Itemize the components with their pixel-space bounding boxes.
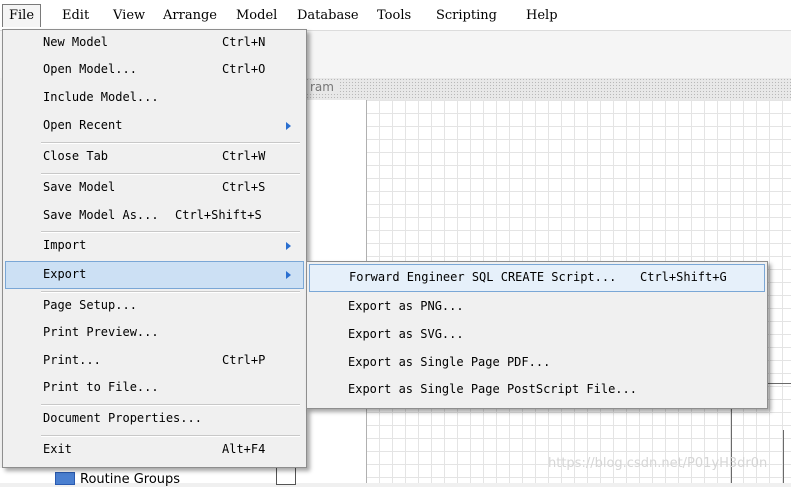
menu-item-print-to-file[interactable]: Print to File... [5, 375, 304, 401]
menu-item-label: Close Tab [43, 149, 109, 163]
menu-item-import[interactable]: Import [5, 233, 304, 259]
menu-item-label: Print to File... [43, 380, 159, 394]
menu-item-shortcut: Alt+F4 [222, 442, 266, 456]
menu-item-label: Forward Engineer SQL CREATE Script... [349, 270, 617, 284]
submenu-arrow-icon [286, 271, 291, 279]
menu-item-label: Document Properties... [43, 411, 202, 425]
submenu-arrow-icon [286, 242, 291, 250]
submenu-item-export-svg[interactable]: Export as SVG... [309, 322, 765, 348]
menu-help[interactable]: Help [526, 7, 558, 25]
menu-item-print-preview[interactable]: Print Preview... [5, 320, 304, 346]
menu-item-save-model-as[interactable]: Save Model As... Ctrl+Shift+S [5, 203, 304, 229]
menu-item-shortcut: Ctrl+Shift+S [175, 208, 262, 222]
menu-item-label: Print... [43, 353, 101, 367]
menu-model[interactable]: Model [236, 7, 277, 25]
menu-item-exit[interactable]: Exit Alt+F4 [5, 437, 304, 463]
menu-view[interactable]: View [113, 7, 145, 25]
menu-item-shortcut: Ctrl+S [222, 180, 266, 194]
menu-item-label: Export as PNG... [348, 299, 464, 313]
watermark-text: https://blog.csdn.net/P01yH3dr0n [548, 456, 768, 471]
menu-tools[interactable]: Tools [377, 7, 411, 25]
menu-item-label: Import [43, 238, 87, 252]
menu-item-label: Print Preview... [43, 325, 159, 339]
menu-item-label: Export as Single Page PostScript File... [348, 382, 637, 396]
menu-edit[interactable]: Edit [62, 7, 89, 25]
menu-item-include-model[interactable]: Include Model... [5, 85, 304, 111]
submenu-item-forward-engineer-sql[interactable]: Forward Engineer SQL CREATE Script... Ct… [309, 264, 765, 292]
submenu-item-export-pdf[interactable]: Export as Single Page PDF... [309, 350, 765, 376]
menubar: File Edit View Arrange Model Database To… [0, 0, 791, 31]
menu-item-shortcut: Ctrl+O [222, 62, 266, 76]
menu-item-label: Open Recent [43, 118, 123, 132]
menu-item-label: Page Setup... [43, 298, 137, 312]
menu-item-label: Include Model... [43, 90, 159, 104]
menu-item-shortcut: Ctrl+W [222, 149, 266, 163]
menu-item-page-setup[interactable]: Page Setup... [5, 293, 304, 319]
menu-arrange[interactable]: Arrange [163, 7, 217, 25]
menu-item-open-model[interactable]: Open Model... Ctrl+O [5, 57, 304, 83]
submenu-arrow-icon [286, 122, 291, 130]
diagram-tab-header [306, 78, 791, 100]
menu-item-label: Exit [43, 442, 72, 456]
menu-item-save-model[interactable]: Save Model Ctrl+S [5, 175, 304, 201]
menu-item-shortcut: Ctrl+P [222, 353, 266, 367]
menu-item-label: Export as Single Page PDF... [348, 355, 551, 369]
file-menu: New Model Ctrl+N Open Model... Ctrl+O In… [2, 29, 307, 468]
export-submenu: Forward Engineer SQL CREATE Script... Ct… [306, 261, 768, 409]
menu-item-label: Open Model... [43, 62, 137, 76]
menu-item-export[interactable]: Export [5, 261, 304, 289]
menu-scripting[interactable]: Scripting [436, 7, 497, 25]
diagram-icon[interactable] [276, 466, 296, 485]
menu-file[interactable]: File [2, 4, 42, 27]
routine-groups-icon [55, 472, 75, 485]
menu-item-print[interactable]: Print... Ctrl+P [5, 348, 304, 374]
menu-item-label: New Model [43, 35, 109, 49]
menu-item-label: Export [43, 267, 87, 281]
menu-item-new-model[interactable]: New Model Ctrl+N [5, 30, 304, 56]
diagram-tab-title[interactable]: ram [306, 80, 338, 94]
menu-item-shortcut: Ctrl+Shift+G [640, 270, 727, 284]
diagram-frame-edge-right [783, 430, 784, 483]
submenu-item-export-postscript[interactable]: Export as Single Page PostScript File... [309, 377, 765, 403]
submenu-item-export-png[interactable]: Export as PNG... [309, 294, 765, 320]
menu-item-label: Export as SVG... [348, 327, 464, 341]
menu-item-close-tab[interactable]: Close Tab Ctrl+W [5, 144, 304, 170]
menu-item-label: Save Model As... [43, 208, 159, 222]
sidebar-item-routine-groups[interactable]: Routine Groups [80, 472, 180, 487]
menu-item-document-properties[interactable]: Document Properties... [5, 406, 304, 432]
menu-item-label: Save Model [43, 180, 116, 194]
menu-database[interactable]: Database [297, 7, 359, 25]
menu-item-open-recent[interactable]: Open Recent [5, 113, 304, 139]
menu-item-shortcut: Ctrl+N [222, 35, 266, 49]
